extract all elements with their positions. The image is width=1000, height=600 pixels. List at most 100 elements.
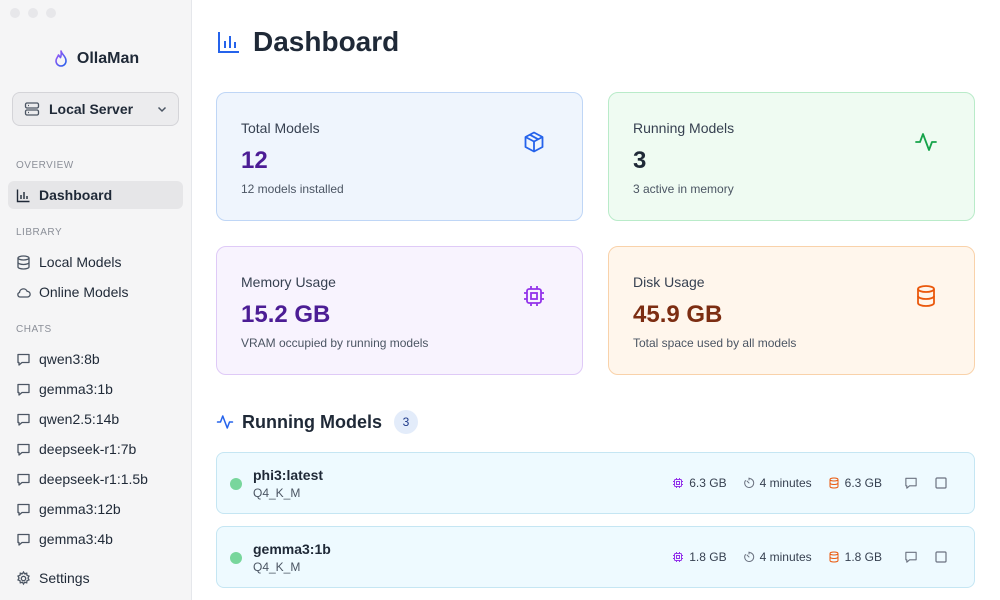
- sidebar-item-local-models[interactable]: Local Models: [8, 248, 183, 276]
- bar-chart-icon: [217, 30, 241, 54]
- activity-icon: [914, 130, 938, 154]
- size-stat: 6.3 GB: [828, 476, 882, 490]
- model-name: gemma3:1b: [253, 541, 331, 557]
- expires-value: 4 minutes: [759, 550, 812, 564]
- cpu-icon: [672, 477, 684, 489]
- sidebar-item-label: Settings: [39, 570, 90, 586]
- card-label: Total Models: [241, 120, 320, 136]
- section-title: Running Models: [242, 411, 382, 432]
- card-subtitle: 12 models installed: [241, 182, 344, 196]
- window-controls: [10, 8, 56, 18]
- size-value: 6.3 GB: [844, 476, 882, 490]
- sidebar-item-chat[interactable]: gemma3:12b: [8, 495, 183, 523]
- timer-icon: [743, 551, 755, 563]
- sidebar-item-settings[interactable]: Settings: [8, 564, 183, 592]
- running-status-dot: [230, 478, 242, 490]
- running-models-header: Running Models 3: [216, 410, 418, 434]
- card-subtitle: Total space used by all models: [633, 336, 797, 350]
- section-overview: OVERVIEW: [16, 160, 74, 171]
- flame-logo-icon: [53, 50, 69, 68]
- page-title: Dashboard: [253, 26, 400, 57]
- size-value: 1.8 GB: [844, 550, 882, 564]
- card-value: 15.2 GB: [241, 301, 331, 328]
- sidebar-item-online-models[interactable]: Online Models: [8, 278, 183, 306]
- sidebar-item-label: deepseek-r1:7b: [39, 441, 137, 457]
- message-icon: [16, 472, 31, 487]
- count-badge: 3: [393, 410, 418, 434]
- sidebar-item-label: deepseek-r1:1.5b: [39, 471, 148, 487]
- bar-chart-icon: [16, 188, 31, 203]
- storage-icon: [828, 477, 840, 489]
- running-model-row: phi3:latest Q4_K_M 6.3 GB 4 minutes 6.3 …: [216, 452, 975, 514]
- stat-card-memory-usage: Memory Usage 15.2 GB VRAM occupied by ru…: [216, 246, 583, 375]
- model-quantization: Q4_K_M: [253, 560, 301, 574]
- running-model-row: gemma3:1b Q4_K_M 1.8 GB 4 minutes 1.8 GB: [216, 526, 975, 588]
- box-icon: [522, 130, 546, 154]
- card-value: 12: [241, 147, 268, 174]
- sidebar-item-chat[interactable]: qwen2.5:14b: [8, 405, 183, 433]
- sidebar-item-chat[interactable]: deepseek-r1:7b: [8, 435, 183, 463]
- chevron-down-icon: [156, 103, 168, 115]
- sidebar-item-label: Dashboard: [39, 187, 113, 203]
- vram-stat: 1.8 GB: [672, 550, 727, 564]
- storage-icon: [828, 551, 840, 563]
- stat-card-running-models: Running Models 3 3 active in memory: [608, 92, 975, 221]
- stop-button[interactable]: [926, 542, 956, 572]
- cpu-icon: [672, 551, 684, 563]
- sidebar-item-chat[interactable]: gemma3:4b: [8, 525, 183, 553]
- main-content: Dashboard Total Models 12 12 models inst…: [192, 0, 1000, 600]
- sidebar-item-chat[interactable]: gemma3:1b: [8, 375, 183, 403]
- sidebar-item-label: gemma3:1b: [39, 381, 113, 397]
- sidebar-item-dashboard[interactable]: Dashboard: [8, 181, 183, 209]
- model-stats: 1.8 GB 4 minutes 1.8 GB: [672, 527, 956, 587]
- card-subtitle: VRAM occupied by running models: [241, 336, 429, 350]
- page-header: Dashboard: [217, 26, 399, 58]
- server-icon: [24, 101, 40, 117]
- cloud-icon: [16, 285, 31, 300]
- card-subtitle: 3 active in memory: [633, 182, 734, 196]
- sidebar-item-label: gemma3:12b: [39, 501, 121, 517]
- chat-button[interactable]: [896, 542, 926, 572]
- storage-icon: [914, 284, 938, 308]
- sidebar-item-label: qwen3:8b: [39, 351, 100, 367]
- close-window-button[interactable]: [10, 8, 20, 18]
- section-chats: CHATS: [16, 324, 52, 335]
- model-quantization: Q4_K_M: [253, 486, 301, 500]
- sidebar-item-label: qwen2.5:14b: [39, 411, 120, 427]
- message-icon: [16, 352, 31, 367]
- sidebar-item-label: Online Models: [39, 284, 129, 300]
- server-selector[interactable]: Local Server: [12, 92, 179, 126]
- model-name: phi3:latest: [253, 467, 324, 483]
- expires-stat: 4 minutes: [743, 550, 812, 564]
- model-stats: 6.3 GB 4 minutes 6.3 GB: [672, 453, 956, 513]
- timer-icon: [743, 477, 755, 489]
- stat-card-total-models: Total Models 12 12 models installed: [216, 92, 583, 221]
- card-label: Memory Usage: [241, 274, 336, 290]
- message-icon: [16, 442, 31, 457]
- expires-stat: 4 minutes: [743, 476, 812, 490]
- card-label: Running Models: [633, 120, 735, 136]
- sidebar-item-chat[interactable]: qwen3:8b: [8, 345, 183, 373]
- stop-button[interactable]: [926, 468, 956, 498]
- database-icon: [16, 254, 31, 270]
- sidebar-item-chat[interactable]: deepseek-r1:1.5b: [8, 465, 183, 493]
- zoom-window-button[interactable]: [46, 8, 56, 18]
- sidebar-item-label: Local Models: [39, 254, 122, 270]
- sidebar: OllaMan Local Server OVERVIEW Dashboard …: [0, 0, 192, 600]
- gear-icon: [16, 570, 31, 586]
- activity-icon: [216, 413, 234, 431]
- section-library: LIBRARY: [16, 227, 63, 238]
- card-label: Disk Usage: [633, 274, 705, 290]
- vram-value: 6.3 GB: [689, 476, 727, 490]
- sidebar-item-label: gemma3:4b: [39, 531, 113, 547]
- message-icon: [16, 532, 31, 547]
- app-name: OllaMan: [76, 50, 140, 67]
- stat-card-disk-usage: Disk Usage 45.9 GB Total space used by a…: [608, 246, 975, 375]
- expires-value: 4 minutes: [759, 476, 812, 490]
- minimize-window-button[interactable]: [28, 8, 38, 18]
- app-brand: OllaMan: [0, 50, 192, 68]
- message-icon: [16, 382, 31, 397]
- chat-button[interactable]: [896, 468, 926, 498]
- vram-stat: 6.3 GB: [672, 476, 727, 490]
- running-status-dot: [230, 552, 242, 564]
